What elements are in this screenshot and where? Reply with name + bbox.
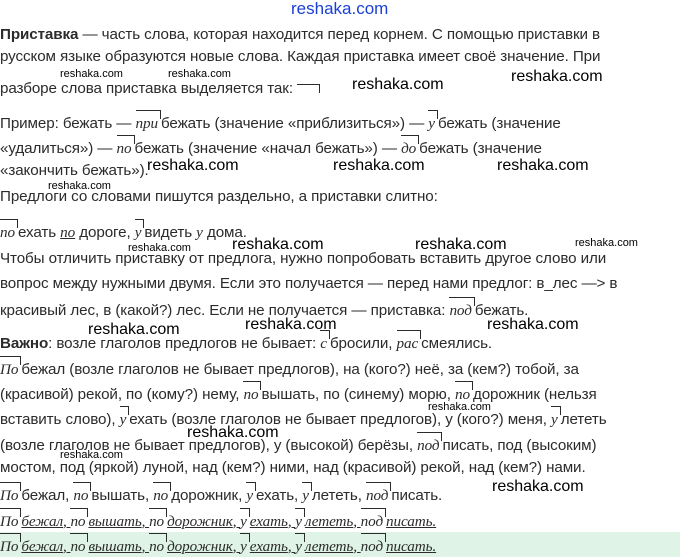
prefix-mark: при [135, 110, 162, 135]
prefix-mark: под [365, 482, 392, 507]
prefix-mark: у [551, 406, 561, 431]
prefix-mark: под [417, 432, 443, 457]
prefix-mark: по [116, 135, 135, 160]
summary-line: По бежал, по вышать, по дорожник, у ехать, у… [0, 482, 442, 507]
preposition-underlined: по [60, 224, 76, 241]
prefix-mark: По [0, 356, 22, 381]
prefix-mark: у [134, 219, 145, 244]
example-line-1: Пример: бежать — при бежать (значение «пр… [0, 110, 561, 135]
prefix-mark: под [360, 533, 387, 558]
important-line-3: (красивой) рекой, по (кому?) нему, по выш… [0, 381, 597, 406]
prefix-mark: по [149, 508, 168, 533]
summary-italic-line-highlighted: По бежал, по вышать, по дорожник, у ехать, у… [0, 533, 436, 558]
example-line-2: «удалиться») — по бежать (значение «начал… [0, 135, 542, 160]
important-line-6: мостом, под (яркой) луной, над (кем?) ни… [0, 459, 586, 476]
important-line-5: (возле глаголов не бывает предлогов), у … [0, 432, 597, 457]
prefix-marker-icon [296, 84, 320, 94]
prepositions-rule: Предлоги со словами пишутся раздельно, а… [0, 188, 438, 205]
term-prefix: Приставка [0, 26, 79, 43]
prefix-mark: по [153, 482, 172, 507]
example-line-3: «закончить бежать»). [0, 162, 149, 179]
prefix-mark: По [0, 482, 22, 507]
prefix-mark: по [149, 533, 168, 558]
prefix-mark: под [360, 508, 387, 533]
intro-line-2: русском языке образуются новые слова. Ка… [0, 48, 601, 65]
prefix-mark: по [73, 482, 92, 507]
prefix-mark: у [240, 533, 250, 558]
distinguish-line-2: вопрос между нужными двумя. Если это пол… [0, 275, 618, 292]
distinguish-line-3: красивый лес, в (какой?) лес. Если не по… [0, 297, 528, 322]
prefix-mark: с [320, 330, 330, 355]
prefix-mark: у [295, 533, 305, 558]
important-label: Важно [0, 335, 49, 352]
prefix-mark: по [454, 381, 473, 406]
prefix-mark: рас [396, 330, 422, 355]
watermark: reshaka.com [291, 0, 389, 18]
prefix-mark: по [70, 508, 89, 533]
watermark: reshaka.com [511, 68, 603, 85]
prefix-mark: у [119, 406, 130, 431]
important-line-2: По бежал (возле глаголов не бывает предло… [0, 356, 579, 381]
prefix-mark: по [0, 219, 18, 244]
important-line-4: вставить слово), у ехать (возле глаголов … [0, 406, 607, 431]
prefix-mark: у [246, 482, 256, 507]
watermark: reshaka.com [352, 76, 444, 93]
important-line-1: Важно: возле глаголов предлогов не бывае… [0, 330, 492, 355]
prefix-mark: по [243, 381, 262, 406]
prefix-mark: у [295, 508, 305, 533]
prefix-mark: По [0, 533, 22, 558]
prefix-mark: до [401, 135, 420, 160]
prepositions-example: по ехать по дороге, у видеть у дома. [0, 219, 247, 244]
intro-line-3: разборе слова приставка выделяется так: [0, 78, 320, 100]
prefix-mark: под [449, 297, 476, 322]
prefix-mark: По [0, 508, 22, 533]
intro-line-1: Приставка — часть слова, которая находит… [0, 26, 600, 43]
prefix-mark: у [240, 508, 250, 533]
preposition-italic: у [196, 224, 203, 241]
watermark: reshaka.com [492, 478, 584, 495]
prefix-mark: у [302, 482, 312, 507]
distinguish-line-1: Чтобы отличить приставку от предлога, ну… [0, 250, 607, 267]
summary-italic-line: По бежал, по вышать, по дорожник, у ехать, у… [0, 508, 436, 533]
prefix-mark: у [428, 110, 438, 135]
prefix-mark: по [70, 533, 89, 558]
